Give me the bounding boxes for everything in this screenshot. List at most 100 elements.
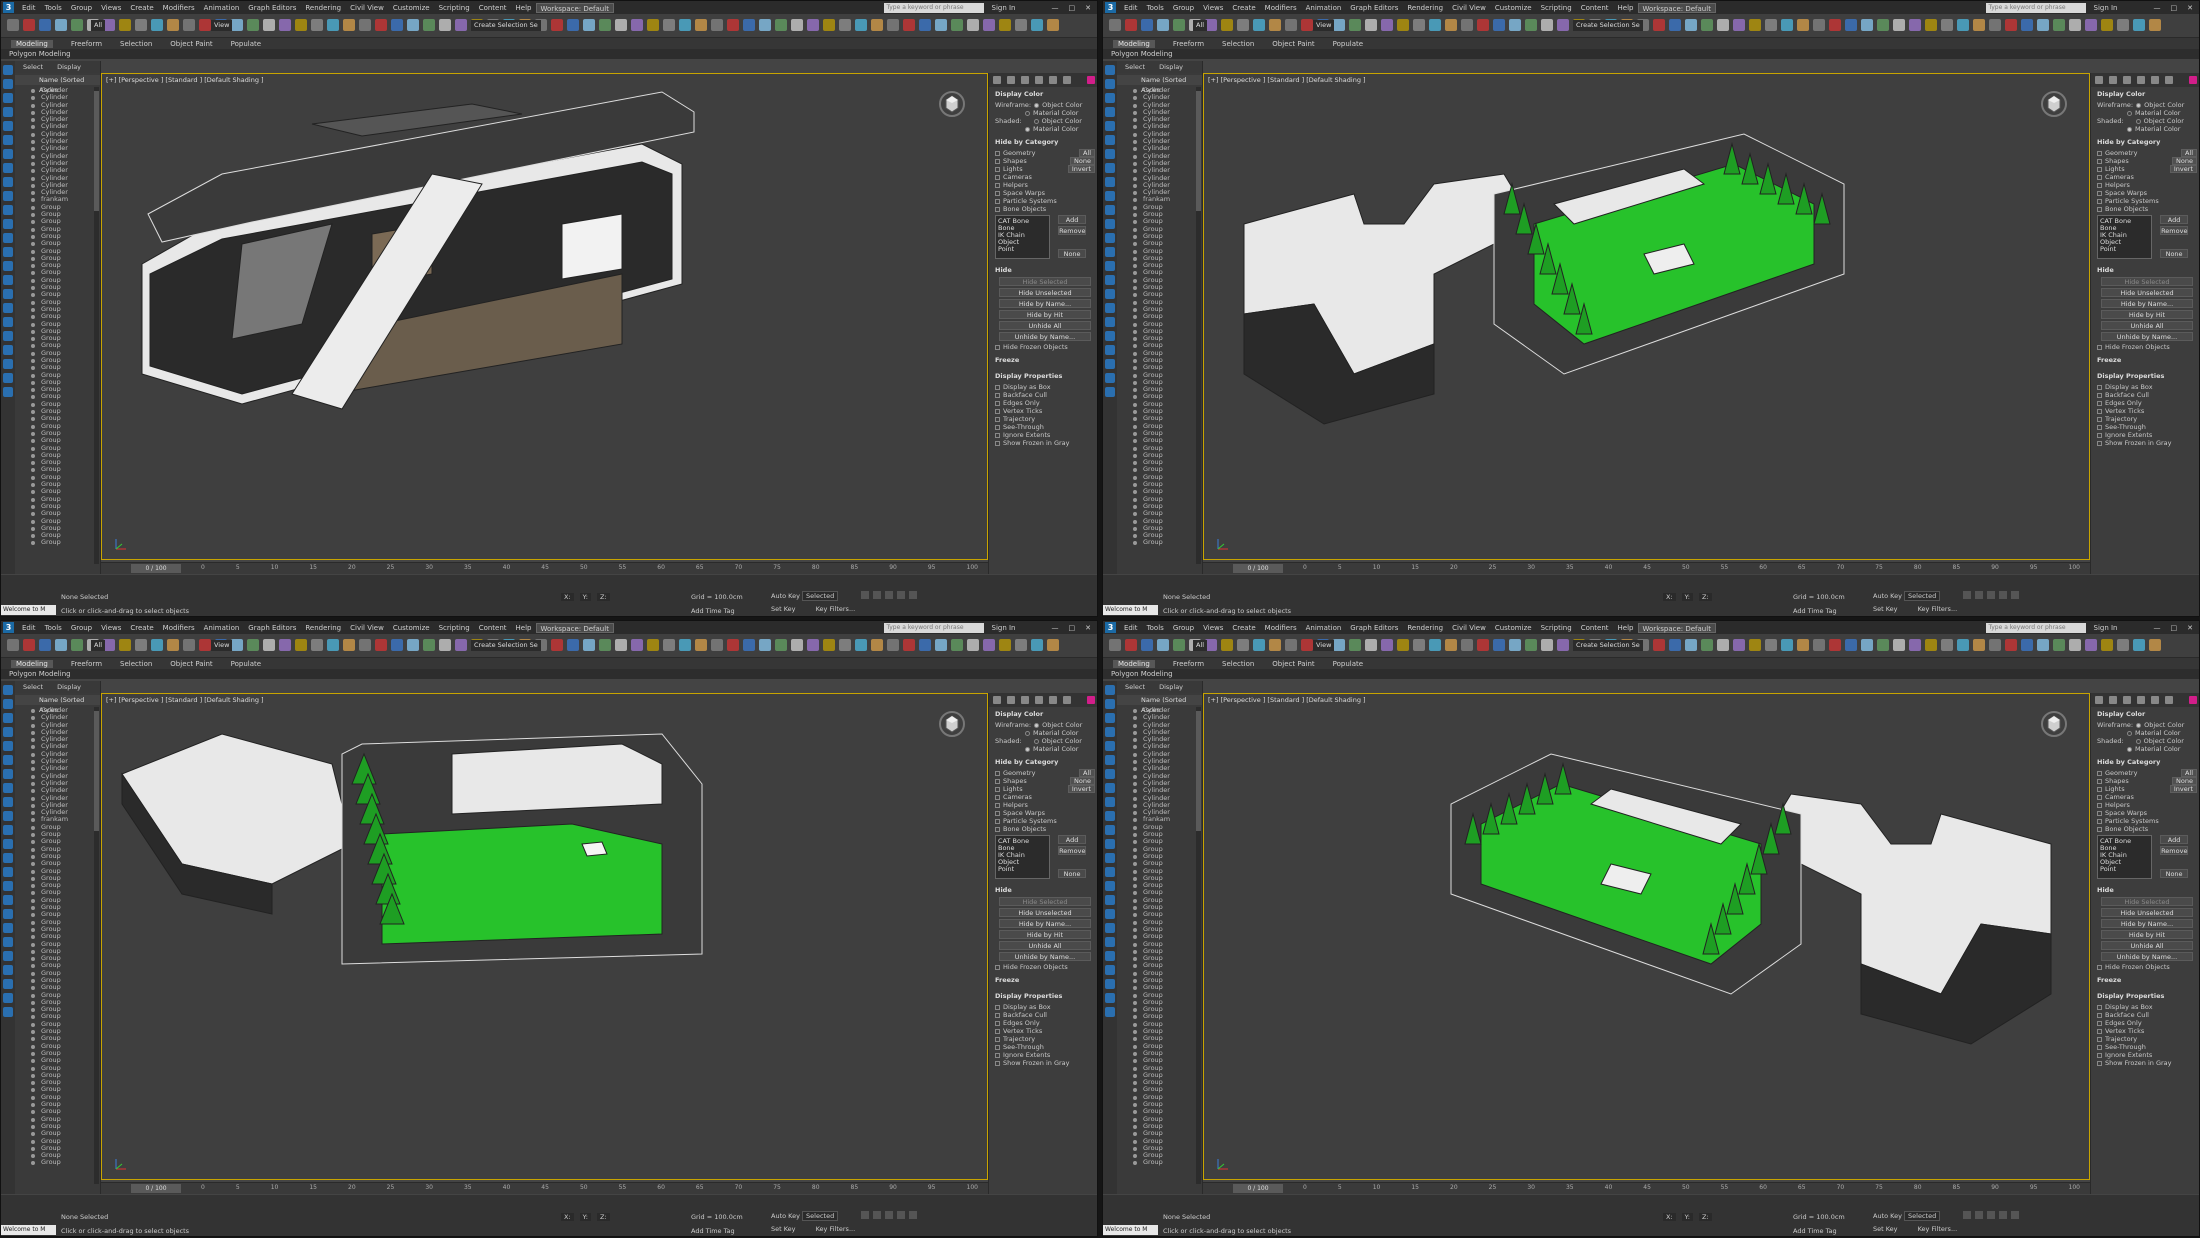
menu-graph-editors[interactable]: Graph Editors xyxy=(1350,4,1398,12)
menu-scripting[interactable]: Scripting xyxy=(1541,4,1572,12)
category-label[interactable]: Shapes xyxy=(2105,777,2129,785)
toolbar-tool-icon[interactable] xyxy=(1301,19,1313,31)
ribbon-subpanel[interactable]: Polygon Modeling xyxy=(1103,49,2199,59)
explorer-filter-icon[interactable] xyxy=(3,881,13,891)
category-label[interactable]: Geometry xyxy=(1003,769,1035,777)
category-label[interactable]: Lights xyxy=(1003,785,1023,793)
hide-button[interactable]: Hide by Hit xyxy=(999,930,1091,939)
explorer-row[interactable]: Group xyxy=(15,539,100,546)
toolbar-tool-icon[interactable] xyxy=(983,19,995,31)
ribbon-subpanel[interactable]: Polygon Modeling xyxy=(1,49,1097,59)
hide-button[interactable]: Hide Unselected xyxy=(2101,908,2193,917)
time-slider-thumb[interactable]: 0 / 100 xyxy=(131,564,181,573)
ribbon-tab-selection[interactable]: Selection xyxy=(120,40,152,48)
list-item[interactable]: IK Chain Object xyxy=(998,232,1047,246)
toolbar-tool-icon[interactable] xyxy=(1413,639,1425,651)
ribbon-tab-freeform[interactable]: Freeform xyxy=(71,40,102,48)
toolbar-tool-icon[interactable] xyxy=(343,19,355,31)
toolbar-tool-icon[interactable] xyxy=(695,639,707,651)
checkbox-icon[interactable] xyxy=(2097,432,2102,438)
set-key-button[interactable]: Set Key xyxy=(771,1225,796,1233)
toolbar-tool-icon[interactable] xyxy=(1701,639,1713,651)
display-tab-icon[interactable] xyxy=(1049,696,1057,704)
toolbar-tool-icon[interactable] xyxy=(1909,19,1921,31)
prop-label[interactable]: Ignore Extents xyxy=(1003,431,1050,439)
ribbon-tab-populate[interactable]: Populate xyxy=(231,660,261,668)
toolbar-tool-icon[interactable] xyxy=(1349,639,1361,651)
checkbox-icon[interactable] xyxy=(2097,786,2102,792)
menu-scripting[interactable]: Scripting xyxy=(1541,624,1572,632)
add-button[interactable]: Add xyxy=(2160,215,2189,224)
viewport-label[interactable]: [+] [Perspective ] [Standard ] [Default … xyxy=(106,696,264,704)
category-label[interactable]: Particle Systems xyxy=(1003,817,1057,825)
toolbar-tool-icon[interactable] xyxy=(951,639,963,651)
rollout-title[interactable]: Hide by Category xyxy=(995,138,1095,146)
checkbox-icon[interactable] xyxy=(995,174,1000,180)
none-button[interactable]: None xyxy=(1058,869,1087,878)
explorer-filter-icon[interactable] xyxy=(3,699,13,709)
menu-customize[interactable]: Customize xyxy=(1495,624,1532,632)
explorer-filter-icon[interactable] xyxy=(3,65,13,75)
explorer-filter-icon[interactable] xyxy=(1105,149,1115,159)
toolbar-tool-icon[interactable] xyxy=(551,19,563,31)
category-label[interactable]: Shapes xyxy=(2105,157,2129,165)
category-label[interactable]: Cameras xyxy=(1003,173,1032,181)
checkbox-icon[interactable] xyxy=(995,158,1000,164)
toolbar-tool-icon[interactable] xyxy=(615,639,627,651)
menu-content[interactable]: Content xyxy=(479,624,507,632)
tab-display[interactable]: Display xyxy=(57,681,81,693)
hierarchy-tab-icon[interactable] xyxy=(1021,76,1029,84)
toolbar-tool-icon[interactable] xyxy=(999,19,1011,31)
checkbox-icon[interactable] xyxy=(2097,778,2102,784)
object-color-option[interactable]: Object Color xyxy=(2144,101,2184,109)
toolbar-tool-icon[interactable] xyxy=(999,639,1011,651)
z-coord-label[interactable]: Z: xyxy=(1698,1213,1712,1221)
category-label[interactable]: Lights xyxy=(1003,165,1023,173)
checkbox-icon[interactable] xyxy=(995,1028,1000,1034)
category-button[interactable]: None xyxy=(1070,777,1095,785)
toolbar-tool-icon[interactable] xyxy=(2117,639,2129,651)
toolbar-tool-icon[interactable] xyxy=(39,19,51,31)
toolbar-tool-icon[interactable] xyxy=(295,19,307,31)
checkbox-icon[interactable] xyxy=(2097,150,2102,156)
set-key-button[interactable]: Set Key xyxy=(1873,605,1898,613)
auto-key-button[interactable]: Auto Key xyxy=(1873,1212,1902,1220)
hide-button[interactable]: Hide by Name... xyxy=(2101,919,2193,928)
tab-select[interactable]: Select xyxy=(1125,681,1145,693)
viewport-scene[interactable] xyxy=(102,694,989,1181)
toolbar-tool-icon[interactable] xyxy=(1653,639,1665,651)
menu-views[interactable]: Views xyxy=(1203,4,1223,12)
toolbar-tool-icon[interactable] xyxy=(647,19,659,31)
explorer-filter-icon[interactable] xyxy=(3,233,13,243)
create-tab-icon[interactable] xyxy=(2095,76,2103,84)
checkbox-icon[interactable] xyxy=(995,1004,1000,1010)
toolbar-tool-icon[interactable] xyxy=(423,19,435,31)
toolbar-tool-icon[interactable] xyxy=(1653,19,1665,31)
category-label[interactable]: Particle Systems xyxy=(2105,197,2159,205)
checkbox-icon[interactable] xyxy=(2097,1012,2102,1018)
explorer-filter-icon[interactable] xyxy=(3,909,13,919)
toolbar-tool-icon[interactable] xyxy=(1141,19,1153,31)
category-listbox[interactable]: CAT Bone Bone IK Chain Object Point xyxy=(995,215,1050,259)
explorer-filter-icon[interactable] xyxy=(3,177,13,187)
none-button[interactable]: None xyxy=(2160,869,2189,878)
modify-tab-icon[interactable] xyxy=(2109,76,2117,84)
hide-button[interactable]: Unhide All xyxy=(2101,321,2193,330)
ribbon-tab-populate[interactable]: Populate xyxy=(1333,660,1363,668)
next-frame-icon[interactable] xyxy=(1999,591,2007,599)
rollout-title[interactable]: Display Color xyxy=(2097,90,2197,98)
ribbon-tab-freeform[interactable]: Freeform xyxy=(71,660,102,668)
checkbox-icon[interactable] xyxy=(995,190,1000,196)
toolbar-tool-icon[interactable] xyxy=(743,639,755,651)
motion-tab-icon[interactable] xyxy=(2137,696,2145,704)
explorer-filter-icon[interactable] xyxy=(1105,93,1115,103)
toolbar-tool-icon[interactable] xyxy=(1109,19,1121,31)
prop-label[interactable]: Vertex Ticks xyxy=(1003,407,1042,415)
add-button[interactable]: Add xyxy=(1058,835,1087,844)
toolbar-tool-icon[interactable] xyxy=(1269,19,1281,31)
toolbar-tool-icon[interactable] xyxy=(2117,19,2129,31)
explorer-filter-icon[interactable] xyxy=(1105,699,1115,709)
prop-label[interactable]: Backface Cull xyxy=(2105,1011,2149,1019)
checkbox-icon[interactable] xyxy=(995,182,1000,188)
checkbox-icon[interactable] xyxy=(995,150,1000,156)
